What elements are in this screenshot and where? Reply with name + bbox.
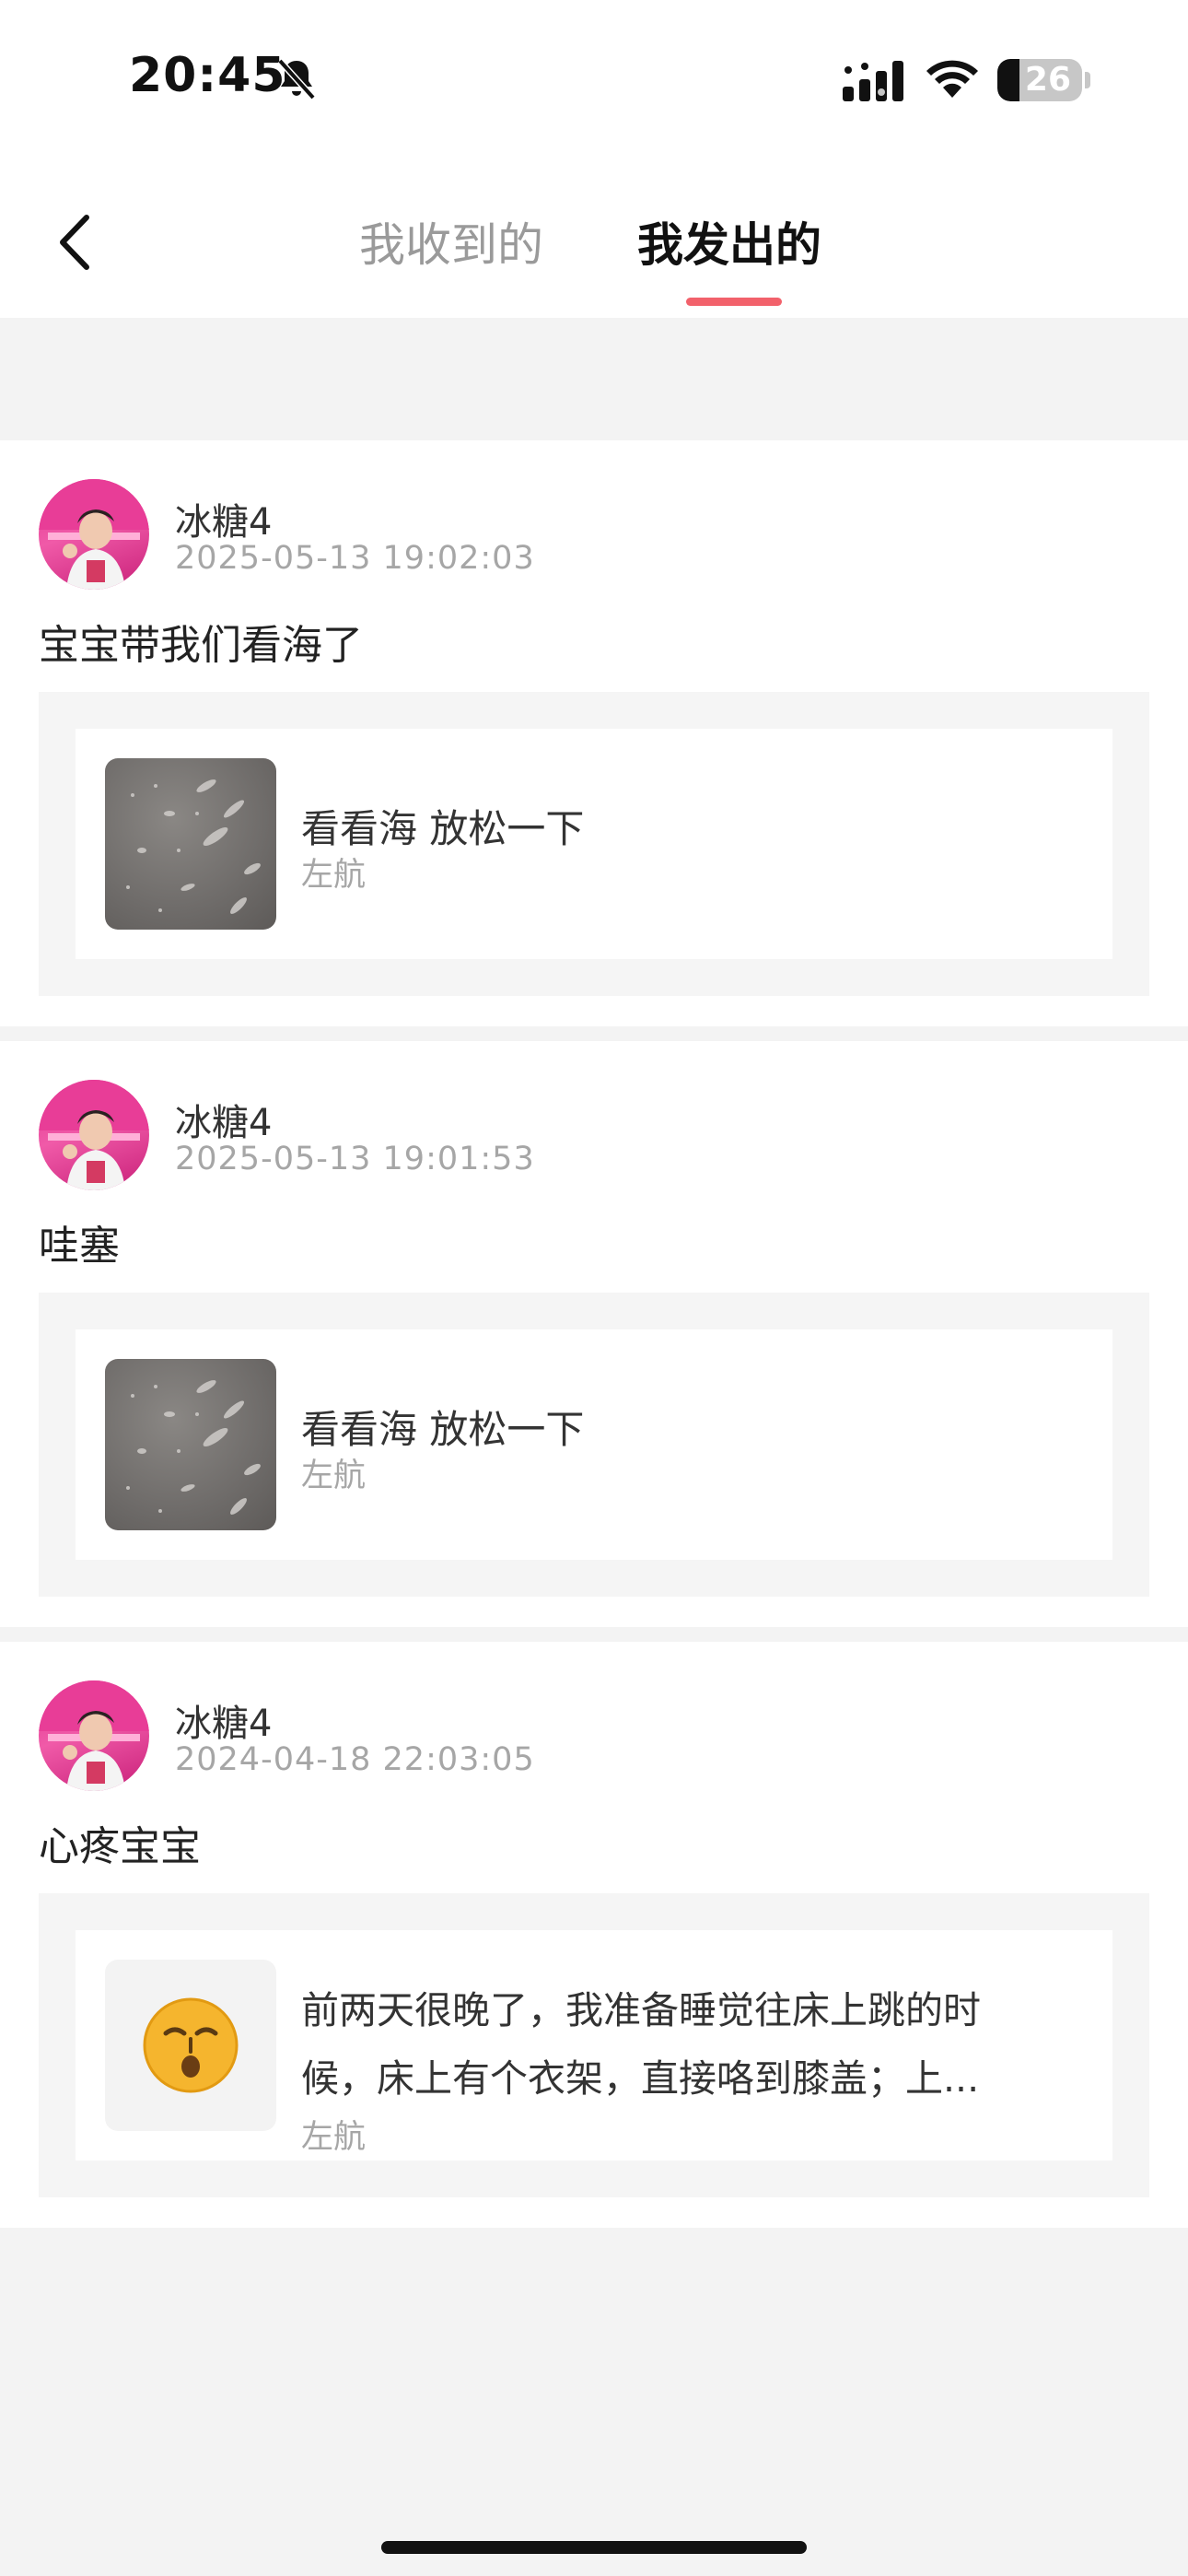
quoted-post[interactable]: 看看海 放松一下 左航 bbox=[76, 729, 1112, 959]
status-time: 20:45 bbox=[129, 48, 286, 103]
quoted-post-container: 看看海 放松一下 左航 bbox=[39, 1293, 1149, 1597]
post-excerpt-line: 候，床上有个衣架，直接咯到膝盖；上... bbox=[301, 2056, 980, 2101]
bell-muted-icon bbox=[277, 58, 316, 100]
cellular-signal-icon bbox=[843, 61, 903, 101]
comment-timestamp: 2024-04-18 22:03:05 bbox=[175, 1741, 535, 1778]
avatar[interactable] bbox=[39, 1680, 149, 1791]
avatar[interactable] bbox=[39, 479, 149, 590]
battery-tip bbox=[1085, 72, 1090, 88]
home-indicator[interactable] bbox=[381, 2541, 807, 2554]
comment-card[interactable]: 冰糖4 2025-05-13 19:01:53 哇塞 看看海 放松一下 左航 bbox=[0, 1041, 1188, 1627]
battery-level: 26 bbox=[1024, 61, 1071, 99]
quoted-post[interactable]: 前两天很晚了，我准备睡觉往床上跳的时 候，床上有个衣架，直接咯到膝盖；上... … bbox=[76, 1930, 1112, 2160]
quoted-post-container: 看看海 放松一下 左航 bbox=[39, 692, 1149, 996]
battery-icon: 26 bbox=[997, 59, 1082, 101]
username: 冰糖4 bbox=[175, 1703, 273, 1745]
tab-received[interactable]: 我收到的 bbox=[359, 208, 543, 275]
post-title: 看看海 放松一下 bbox=[301, 806, 585, 851]
post-author: 左航 bbox=[301, 2119, 367, 2156]
active-tab-indicator bbox=[686, 298, 782, 306]
top-navigation: 我收到的 我发出的 bbox=[0, 166, 1188, 318]
post-author: 左航 bbox=[301, 1458, 367, 1494]
emoji-face-icon bbox=[143, 1997, 239, 2093]
comment-text: 宝宝带我们看海了 bbox=[39, 622, 363, 669]
quoted-post-container: 前两天很晚了，我准备睡觉往床上跳的时 候，床上有个衣架，直接咯到膝盖；上... … bbox=[39, 1893, 1149, 2197]
comment-timestamp: 2025-05-13 19:02:03 bbox=[175, 540, 535, 577]
comment-text: 心疼宝宝 bbox=[39, 1823, 201, 1870]
status-bar: 20:45 26 bbox=[0, 0, 1188, 166]
comment-text: 哇塞 bbox=[39, 1223, 120, 1270]
comment-card[interactable]: 冰糖4 2025-05-13 19:02:03 宝宝带我们看海了 看看海 放松一… bbox=[0, 440, 1188, 1026]
username: 冰糖4 bbox=[175, 1102, 273, 1144]
comment-card[interactable]: 冰糖4 2024-04-18 22:03:05 心疼宝宝 前两天很晚了，我准备睡… bbox=[0, 1642, 1188, 2228]
tab-sent[interactable]: 我发出的 bbox=[637, 208, 821, 275]
quoted-post[interactable]: 看看海 放松一下 左航 bbox=[76, 1329, 1112, 1560]
username: 冰糖4 bbox=[175, 501, 273, 544]
post-thumbnail[interactable] bbox=[105, 758, 276, 930]
post-excerpt-line: 前两天很晚了，我准备睡觉往床上跳的时 bbox=[301, 1988, 981, 2032]
post-excerpt: 前两天很晚了，我准备睡觉往床上跳的时 候，床上有个衣架，直接咯到膝盖；上... bbox=[301, 1976, 1056, 2113]
post-thumbnail[interactable] bbox=[105, 1359, 276, 1530]
post-author: 左航 bbox=[301, 857, 367, 894]
post-title: 看看海 放松一下 bbox=[301, 1407, 585, 1452]
wifi-icon bbox=[926, 60, 978, 98]
comment-timestamp: 2025-05-13 19:01:53 bbox=[175, 1141, 535, 1177]
avatar[interactable] bbox=[39, 1080, 149, 1190]
post-thumbnail[interactable] bbox=[105, 1960, 276, 2131]
back-arrow-icon[interactable] bbox=[53, 210, 99, 275]
